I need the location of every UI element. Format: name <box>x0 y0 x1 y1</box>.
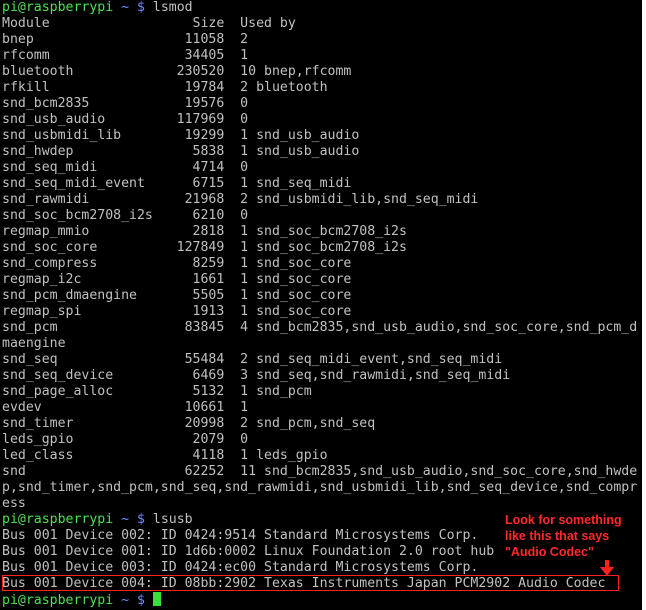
output-line: leds_gpio 2079 0 <box>2 432 249 447</box>
callout-annotation: Look for something like this that says "… <box>505 512 643 560</box>
output-line: p,snd_timer,snd_pcm,snd_seq,snd_rawmidi,… <box>2 480 638 495</box>
output-line: snd_seq_device 6469 3 snd_seq,snd_rawmid… <box>2 368 511 383</box>
output-line: snd_compress 8259 1 snd_soc_core <box>2 256 352 271</box>
command-text: lsusb <box>152 512 193 527</box>
prompt-line-active[interactable]: pi@raspberrypi ~ $ <box>0 592 642 608</box>
output-line: bluetooth 230520 10 bnep,rfcomm <box>2 64 352 79</box>
output-line: snd_hwdep 5838 1 snd_usb_audio <box>2 144 360 159</box>
output-line: snd_usb_audio 117969 0 <box>2 112 249 127</box>
callout-line: like this that says <box>505 529 610 543</box>
output-line: ess <box>2 496 26 511</box>
output-line: snd_seq_midi_event 6715 1 snd_seq_midi <box>2 176 352 191</box>
lsmod-header: Module Size Used by <box>2 16 296 31</box>
callout-line: Look for something <box>505 513 622 527</box>
output-line: evdev 10661 1 <box>2 400 249 415</box>
output-line: rfkill 19784 2 bluetooth <box>2 80 328 95</box>
prompt-path: ~ $ <box>121 593 145 608</box>
prompt-user-host: pi@raspberrypi <box>2 593 114 608</box>
output-line: snd_soc_core 127849 1 snd_soc_bcm2708_i2… <box>2 240 407 255</box>
output-line: snd_page_alloc 5132 1 snd_pcm <box>2 384 312 399</box>
output-line: snd_bcm2835 19576 0 <box>2 96 249 111</box>
output-line: snd_seq 55484 2 snd_seq_midi_event,snd_s… <box>2 352 503 367</box>
output-line: snd_timer 20998 2 snd_pcm,snd_seq <box>2 416 376 431</box>
highlight-box <box>2 575 619 591</box>
output-line: snd_rawmidi 21968 2 snd_usbmidi_lib,snd_… <box>2 192 479 207</box>
prompt-line-lsmod: pi@raspberrypi ~ $ lsmod <box>0 0 642 16</box>
output-line: maengine <box>2 336 66 351</box>
output-line: snd 62252 11 snd_bcm2835,snd_usb_audio,s… <box>2 464 638 479</box>
output-line: snd_soc_bcm2708_i2s 6210 0 <box>2 208 249 223</box>
output-line: regmap_mmio 2818 1 snd_soc_bcm2708_i2s <box>2 224 407 239</box>
output-line: regmap_i2c 1661 1 snd_soc_core <box>2 272 352 287</box>
output-line: snd_pcm 83845 4 snd_bcm2835,snd_usb_audi… <box>2 320 638 335</box>
output-line: rfcomm 34405 1 <box>2 48 249 63</box>
output-line: snd_seq_midi 4714 0 <box>2 160 249 175</box>
usb-device-line: Bus 001 Device 003: ID 0424:ec00 Standar… <box>2 560 479 575</box>
arrow-down-icon <box>600 560 614 576</box>
prompt-user-host: pi@raspberrypi <box>2 0 114 15</box>
prompt-path: ~ $ <box>121 0 145 15</box>
prompt-path: ~ $ <box>121 512 145 527</box>
cursor-block <box>152 592 161 606</box>
output-line: snd_usbmidi_lib 19299 1 snd_usb_audio <box>2 128 360 143</box>
output-line: regmap_spi 1913 1 snd_soc_core <box>2 304 352 319</box>
command-text: lsmod <box>152 0 193 15</box>
output-line: snd_pcm_dmaengine 5505 1 snd_soc_core <box>2 288 352 303</box>
output-line: led_class 4118 1 leds_gpio <box>2 448 328 463</box>
callout-line: "Audio Codec" <box>505 545 594 559</box>
prompt-user-host: pi@raspberrypi <box>2 512 114 527</box>
output-line: bnep 11058 2 <box>2 32 249 47</box>
